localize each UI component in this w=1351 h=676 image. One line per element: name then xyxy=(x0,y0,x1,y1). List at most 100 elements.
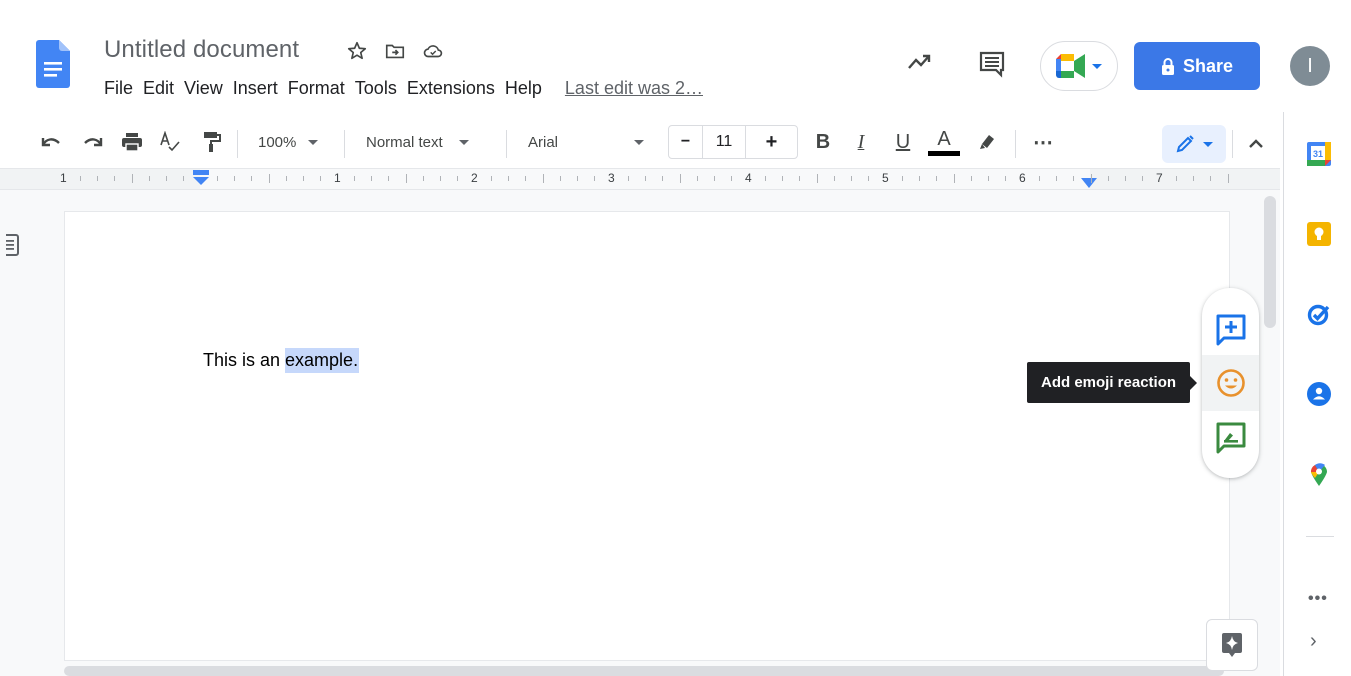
vertical-scrollbar[interactable] xyxy=(1264,196,1276,328)
ruler-tick xyxy=(354,176,356,181)
emoji-reaction-tooltip: Add emoji reaction xyxy=(1027,362,1198,403)
ruler-tick xyxy=(867,176,869,181)
side-panel: 31 ••• › xyxy=(1283,112,1351,676)
ruler-tick xyxy=(1073,176,1075,181)
ruler-tick xyxy=(970,176,972,181)
account-avatar[interactable]: I xyxy=(1290,46,1330,86)
ruler[interactable]: 1 1 2 3 4 5 6 7 xyxy=(0,168,1280,190)
right-indent-handle[interactable] xyxy=(1080,177,1098,189)
menu-tools[interactable]: Tools xyxy=(350,78,402,99)
editing-mode-button[interactable] xyxy=(1162,125,1226,163)
ruler-tick xyxy=(165,176,167,181)
menu-edit[interactable]: Edit xyxy=(138,78,179,99)
ruler-tick xyxy=(1176,176,1178,181)
ruler-tick xyxy=(662,176,664,181)
menu-bar: File Edit View Insert Format Tools Exten… xyxy=(104,78,703,99)
text-unselected: This is an xyxy=(203,350,286,370)
ruler-tick xyxy=(628,176,630,181)
explore-button[interactable] xyxy=(1206,619,1258,671)
calendar-icon[interactable]: 31 xyxy=(1307,142,1331,166)
google-meet-button[interactable] xyxy=(1040,41,1118,91)
cloud-saved-icon[interactable] xyxy=(422,40,444,62)
ruler-tick xyxy=(456,176,458,181)
document-title[interactable]: Untitled document xyxy=(104,36,299,64)
ruler-tick xyxy=(268,174,270,183)
more-options-button[interactable]: ⋯ xyxy=(1030,118,1056,166)
underline-button[interactable]: U xyxy=(890,118,916,166)
ruler-tick xyxy=(730,176,732,181)
first-line-indent-handle[interactable] xyxy=(191,170,211,186)
ruler-label: 3 xyxy=(608,171,615,185)
text-selection[interactable]: example. xyxy=(285,348,360,373)
text-color-button[interactable]: A xyxy=(928,118,960,166)
tasks-icon[interactable] xyxy=(1307,302,1331,326)
chevron-down-icon xyxy=(1092,63,1102,69)
ruler-tick xyxy=(234,176,236,181)
ruler-tick xyxy=(302,176,304,181)
menu-help[interactable]: Help xyxy=(500,78,547,99)
ruler-tick xyxy=(251,176,253,181)
ruler-tick xyxy=(114,176,116,181)
expand-side-panel-icon[interactable]: › xyxy=(1310,630,1317,653)
italic-button[interactable]: I xyxy=(848,118,874,166)
floating-comment-actions xyxy=(1202,288,1259,478)
ruler-tick xyxy=(816,174,818,183)
add-emoji-reaction-button[interactable] xyxy=(1202,355,1259,411)
star-icon[interactable] xyxy=(346,40,368,62)
ruler-tick xyxy=(405,174,407,183)
menu-extensions[interactable]: Extensions xyxy=(402,78,500,99)
ruler-label: 7 xyxy=(1156,171,1163,185)
ruler-tick xyxy=(576,176,578,181)
ruler-tick xyxy=(1124,176,1126,181)
add-comment-button[interactable] xyxy=(1202,302,1259,358)
google-meet-icon xyxy=(1056,54,1085,78)
ruler-tick xyxy=(1210,176,1212,181)
ruler-tick xyxy=(765,176,767,181)
suggest-edits-icon xyxy=(1216,422,1245,454)
more-addons-button[interactable]: ••• xyxy=(1308,590,1328,608)
ruler-label: 4 xyxy=(745,171,752,185)
ruler-tick xyxy=(696,176,698,181)
maps-icon[interactable] xyxy=(1307,462,1331,486)
ruler-tick xyxy=(679,174,681,183)
suggest-edits-button[interactable] xyxy=(1202,410,1259,466)
activity-trend-icon[interactable] xyxy=(906,48,934,76)
ruler-tick xyxy=(645,176,647,181)
toolbar-divider xyxy=(1015,130,1016,158)
ruler-tick xyxy=(371,176,373,181)
contacts-icon[interactable] xyxy=(1307,382,1331,406)
comment-history-icon[interactable] xyxy=(978,50,1006,78)
ruler-tick xyxy=(1056,176,1058,181)
menu-view[interactable]: View xyxy=(179,78,228,99)
title-actions xyxy=(346,40,444,62)
last-edit-link[interactable]: Last edit was 2… xyxy=(565,78,703,99)
highlighter-icon[interactable] xyxy=(972,118,1000,166)
emoji-smile-icon xyxy=(1216,369,1245,397)
ruler-tick xyxy=(80,176,82,181)
ruler-tick xyxy=(1090,174,1092,183)
header: Untitled document File Edit View Insert … xyxy=(0,0,1351,112)
ruler-label: 6 xyxy=(1019,171,1026,185)
menu-format[interactable]: Format xyxy=(283,78,350,99)
menu-file[interactable]: File xyxy=(104,78,138,99)
horizontal-scrollbar[interactable] xyxy=(64,666,1224,676)
svg-text:31: 31 xyxy=(1313,149,1323,159)
ruler-tick xyxy=(525,176,527,181)
document-outline-icon[interactable] xyxy=(4,234,20,256)
formatting-toolbar-right: B I U A ⋯ xyxy=(0,118,1280,166)
keep-icon[interactable] xyxy=(1307,222,1331,246)
docs-logo-icon[interactable] xyxy=(36,40,70,88)
menu-insert[interactable]: Insert xyxy=(228,78,283,99)
share-button[interactable]: Share xyxy=(1134,42,1260,90)
document-body-text[interactable]: This is an example. xyxy=(203,348,360,373)
ruler-tick xyxy=(1004,176,1006,181)
ruler-tick xyxy=(1227,174,1229,183)
move-to-folder-icon[interactable] xyxy=(384,40,406,62)
ruler-tick xyxy=(850,176,852,181)
ruler-tick xyxy=(439,176,441,181)
ruler-tick xyxy=(833,176,835,181)
collapse-toolbar-icon[interactable] xyxy=(1244,132,1268,156)
ruler-tick xyxy=(422,176,424,181)
document-page[interactable]: This is an example. xyxy=(65,212,1229,660)
bold-button[interactable]: B xyxy=(810,118,836,166)
